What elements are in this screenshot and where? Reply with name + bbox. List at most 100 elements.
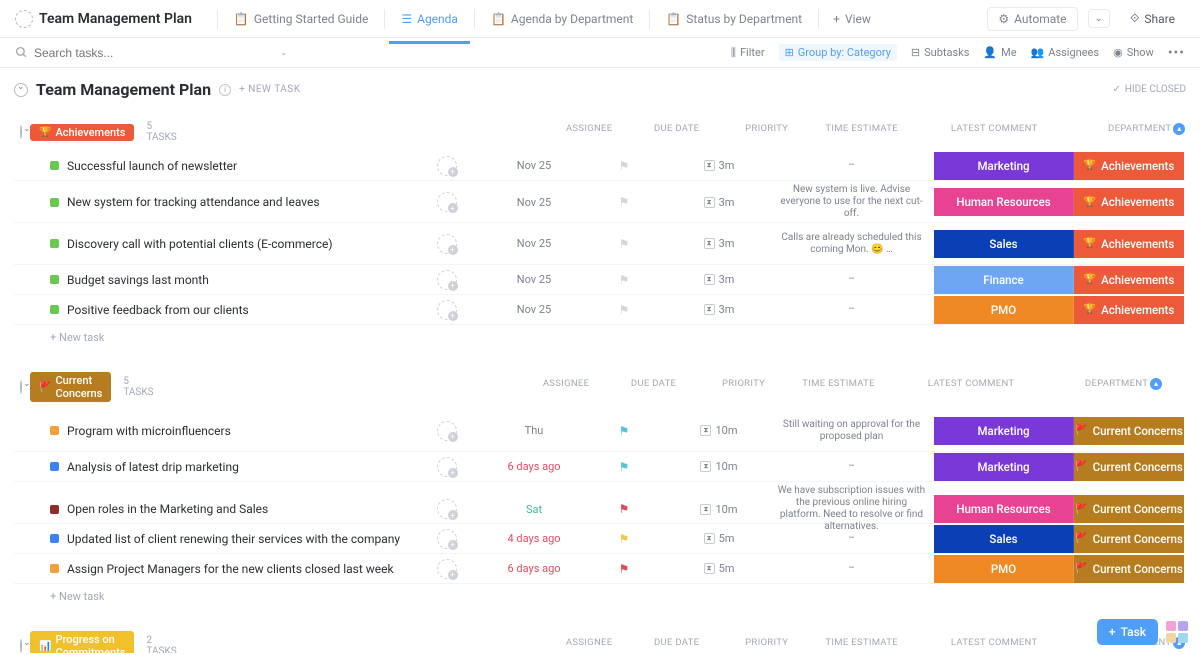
comment-cell[interactable]: We have subscription issues with the pre… xyxy=(769,482,934,536)
category-cell[interactable]: 🏆Achievements xyxy=(1074,266,1184,294)
new-task-row[interactable]: + New task xyxy=(14,584,1186,607)
estimate-cell[interactable]: ⧗5m xyxy=(669,532,769,545)
more-button[interactable]: ••• xyxy=(1168,45,1185,61)
department-cell[interactable]: PMO xyxy=(934,296,1074,324)
task-row[interactable]: Assign Project Managers for the new clie… xyxy=(14,554,1186,584)
assignee-cell[interactable] xyxy=(404,559,489,579)
search-input[interactable] xyxy=(34,46,154,60)
add-assignee-icon[interactable] xyxy=(437,156,457,176)
status-square[interactable] xyxy=(50,534,59,543)
add-assignee-icon[interactable] xyxy=(437,499,457,519)
estimate-cell[interactable]: ⧗5m xyxy=(669,562,769,575)
col-due-date[interactable]: DUE DATE xyxy=(632,637,722,653)
due-date-cell[interactable]: 6 days ago xyxy=(489,460,579,473)
col-category[interactable]: CATEGORY xyxy=(1194,378,1200,396)
group-badge[interactable]: 🚩Current Concerns xyxy=(30,372,111,402)
task-row[interactable]: Discovery call with potential clients (E… xyxy=(14,223,1186,265)
assignee-cell[interactable] xyxy=(404,421,489,441)
department-cell[interactable]: Marketing xyxy=(934,453,1074,481)
comment-cell[interactable]: – xyxy=(769,560,934,578)
col-estimate[interactable]: TIME ESTIMATE xyxy=(812,123,912,141)
category-cell[interactable]: 🚩Current Concerns xyxy=(1074,453,1184,481)
fab-apps-button[interactable] xyxy=(1166,621,1188,643)
task-name[interactable]: Assign Project Managers for the new clie… xyxy=(14,562,404,576)
due-date-cell[interactable]: Nov 25 xyxy=(489,196,579,209)
task-row[interactable]: Program with microinfluencers Thu ⚑ ⧗10m… xyxy=(14,410,1186,452)
status-square[interactable] xyxy=(50,564,59,573)
due-date-cell[interactable]: Thu xyxy=(489,424,579,437)
task-row[interactable]: Analysis of latest drip marketing 6 days… xyxy=(14,452,1186,482)
priority-cell[interactable]: ⚑ xyxy=(579,460,669,474)
task-name[interactable]: Open roles in the Marketing and Sales xyxy=(14,502,404,516)
comment-cell[interactable]: – xyxy=(769,458,934,476)
department-cell[interactable]: Marketing xyxy=(934,417,1074,445)
assignee-cell[interactable] xyxy=(404,499,489,519)
add-assignee-icon[interactable] xyxy=(437,457,457,477)
add-assignee-icon[interactable] xyxy=(437,300,457,320)
task-name[interactable]: Discovery call with potential clients (E… xyxy=(14,237,404,251)
add-view-button[interactable]: +View xyxy=(823,6,881,32)
col-due-date[interactable]: DUE DATE xyxy=(632,123,722,141)
department-cell[interactable]: Finance xyxy=(934,266,1074,294)
expand-search-icon[interactable]: ⌄ xyxy=(280,48,288,58)
col-assignee[interactable]: ASSIGNEE xyxy=(524,378,609,396)
assignees-button[interactable]: 👥Assignees xyxy=(1031,46,1100,59)
task-name[interactable]: Updated list of client renewing their se… xyxy=(14,532,404,546)
status-square[interactable] xyxy=(50,305,59,314)
estimate-cell[interactable]: ⧗3m xyxy=(669,303,769,316)
due-date-cell[interactable]: Nov 25 xyxy=(489,303,579,316)
view-tab-agenda[interactable]: ☰Agenda xyxy=(389,2,470,36)
priority-cell[interactable]: ⚑ xyxy=(579,237,669,251)
info-icon[interactable]: i xyxy=(219,84,231,96)
filter-button[interactable]: ⫼Filter xyxy=(731,46,765,60)
comment-cell[interactable]: – xyxy=(769,301,934,319)
due-date-cell[interactable]: Nov 25 xyxy=(489,237,579,250)
category-cell[interactable]: 🚩Current Concerns xyxy=(1074,555,1184,583)
col-estimate[interactable]: TIME ESTIMATE xyxy=(812,637,912,653)
status-square[interactable] xyxy=(50,275,59,284)
priority-cell[interactable]: ⚑ xyxy=(579,303,669,317)
group-collapse-icon[interactable] xyxy=(20,125,22,139)
estimate-cell[interactable]: ⧗3m xyxy=(669,273,769,286)
group-collapse-icon[interactable] xyxy=(20,639,22,653)
col-comment[interactable]: LATEST COMMENT xyxy=(889,378,1054,396)
add-assignee-icon[interactable] xyxy=(437,421,457,441)
task-row[interactable]: Successful launch of newsletter Nov 25 ⚑… xyxy=(14,151,1186,181)
department-cell[interactable]: Sales xyxy=(934,525,1074,553)
department-cell[interactable]: Human Resources xyxy=(934,495,1074,523)
add-assignee-icon[interactable] xyxy=(437,559,457,579)
priority-cell[interactable]: ⚑ xyxy=(579,562,669,576)
task-row[interactable]: Budget savings last month Nov 25 ⚑ ⧗3m –… xyxy=(14,265,1186,295)
department-cell[interactable]: Marketing xyxy=(934,152,1074,180)
assignee-cell[interactable] xyxy=(404,234,489,254)
comment-cell[interactable]: Still waiting on approval for the propos… xyxy=(769,416,934,446)
group-collapse-icon[interactable] xyxy=(20,380,22,394)
share-button[interactable]: ⟐Share xyxy=(1120,7,1185,30)
col-assignee[interactable]: ASSIGNEE xyxy=(547,123,632,141)
estimate-cell[interactable]: ⧗10m xyxy=(669,424,769,437)
assignee-cell[interactable] xyxy=(404,300,489,320)
task-name[interactable]: Successful launch of newsletter xyxy=(14,159,404,173)
estimate-cell[interactable]: ⧗3m xyxy=(669,196,769,209)
view-tab-status-department[interactable]: 📋Status by Department xyxy=(654,2,814,36)
group-by-button[interactable]: ⊞Group by: Category xyxy=(779,44,897,61)
priority-cell[interactable]: ⚑ xyxy=(579,195,669,209)
col-comment[interactable]: LATEST COMMENT xyxy=(912,123,1077,141)
assignee-cell[interactable] xyxy=(404,192,489,212)
show-button[interactable]: ◉Show xyxy=(1113,46,1154,59)
estimate-cell[interactable]: ⧗3m xyxy=(669,237,769,250)
due-date-cell[interactable]: Sat xyxy=(489,503,579,516)
due-date-cell[interactable]: 6 days ago xyxy=(489,562,579,575)
comment-cell[interactable]: – xyxy=(769,271,934,289)
status-square[interactable] xyxy=(50,161,59,170)
automate-button[interactable]: ⚙Automate xyxy=(987,7,1077,31)
col-assignee[interactable]: ASSIGNEE xyxy=(547,637,632,653)
collapse-all-icon[interactable] xyxy=(14,83,28,97)
department-cell[interactable]: PMO xyxy=(934,555,1074,583)
view-tab-agenda-department[interactable]: 📋Agenda by Department xyxy=(479,2,645,36)
priority-cell[interactable]: ⚑ xyxy=(579,159,669,173)
category-cell[interactable]: 🏆Achievements xyxy=(1074,296,1184,324)
priority-cell[interactable]: ⚑ xyxy=(579,273,669,287)
priority-cell[interactable]: ⚑ xyxy=(579,532,669,546)
group-badge[interactable]: 🏆Achievements xyxy=(30,124,134,141)
